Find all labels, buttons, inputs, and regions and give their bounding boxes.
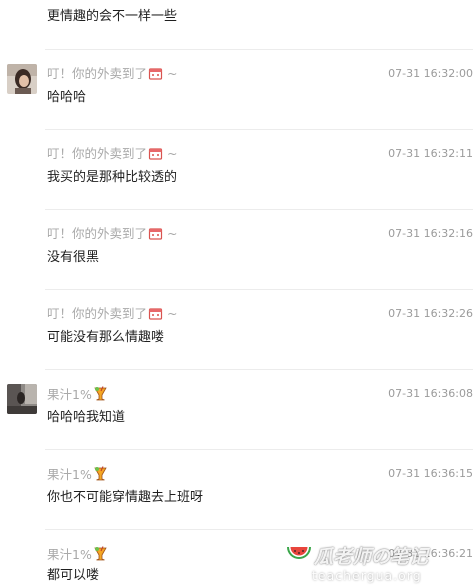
divider	[45, 129, 473, 130]
takeout-box-icon	[148, 146, 163, 164]
juice-glass-icon	[93, 386, 108, 405]
sender-suffix: ~	[167, 66, 178, 81]
watermark-title: 瓜老师の笔记	[314, 546, 429, 568]
divider	[45, 369, 473, 370]
sender-name-text: 果汁1%	[47, 387, 92, 402]
sender-name[interactable]: 叮！你的外卖到了 ~	[47, 146, 178, 164]
message-time: 07-31 16:32:11	[388, 147, 473, 160]
juice-glass-icon	[93, 466, 108, 485]
sender-name-text: 果汁1%	[47, 547, 92, 562]
sender-name-text: 叮！你的外卖到了	[47, 66, 148, 81]
divider	[45, 209, 473, 210]
sender-suffix: ~	[167, 226, 178, 241]
message-time: 07-31 16:36:08	[388, 387, 473, 400]
divider	[45, 529, 473, 530]
divider	[45, 449, 473, 450]
message-time: 07-31 16:32:00	[388, 67, 473, 80]
avatar[interactable]	[7, 384, 37, 414]
message-text: 你也不可能穿情趣去上班呀	[47, 490, 204, 505]
sender-name[interactable]: 叮！你的外卖到了 ~	[47, 226, 178, 244]
sender-name[interactable]: 果汁1%	[47, 386, 112, 405]
sender-suffix: ~	[167, 146, 178, 161]
message-text: 没有很黑	[47, 250, 100, 265]
sender-name-text: 叮！你的外卖到了	[47, 146, 148, 161]
message-text: 更情趣的会不一样一些	[47, 9, 178, 24]
takeout-box-icon	[148, 66, 163, 84]
sender-suffix: ~	[167, 306, 178, 321]
sender-name-text: 叮！你的外卖到了	[47, 226, 148, 241]
sender-name-text: 果汁1%	[47, 467, 92, 482]
avatar[interactable]	[7, 64, 37, 94]
message-text: 哈哈哈	[47, 90, 87, 105]
divider	[45, 289, 473, 290]
message-text: 可能没有那么情趣喽	[47, 330, 165, 345]
chat-history: 更情趣的会不一样一些 叮！你的外卖到了 ~ 07-31 16:32:00 哈哈哈…	[0, 0, 473, 586]
takeout-box-icon	[148, 306, 163, 324]
message-text: 哈哈哈我知道	[47, 410, 126, 425]
sender-name-text: 叮！你的外卖到了	[47, 306, 148, 321]
takeout-box-icon	[148, 226, 163, 244]
message-time: 07-31 16:32:16	[388, 227, 473, 240]
sender-name[interactable]: 叮！你的外卖到了 ~	[47, 66, 178, 84]
message-time: 07-31 16:32:26	[388, 307, 473, 320]
sender-name[interactable]: 叮！你的外卖到了 ~	[47, 306, 178, 324]
message-text: 都可以喽	[47, 568, 100, 583]
watermelon-icon	[286, 543, 312, 569]
message-time: 07-31 16:36:15	[388, 467, 473, 480]
sender-name[interactable]: 果汁1%	[47, 466, 112, 485]
message-text: 我买的是那种比较透的	[47, 170, 178, 185]
sender-name[interactable]: 果汁1%	[47, 546, 112, 565]
divider	[45, 49, 473, 50]
watermark: 瓜老师の笔记 teachergua.org	[286, 540, 473, 586]
juice-glass-icon	[93, 546, 108, 565]
watermark-url: teachergua.org	[312, 568, 422, 583]
